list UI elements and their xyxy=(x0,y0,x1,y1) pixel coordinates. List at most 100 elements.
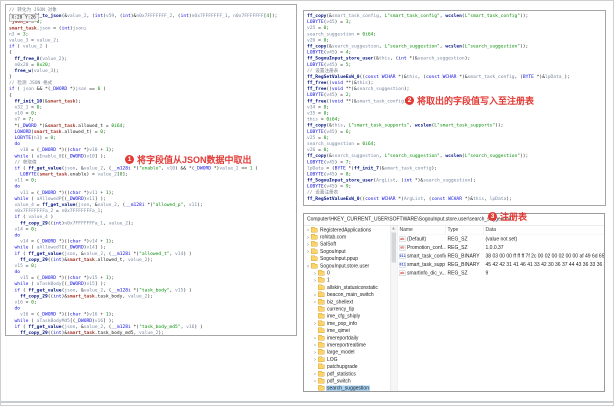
scrollbar-thumb[interactable] xyxy=(391,232,396,263)
pseudocode-left: // 转化为 JSON 对象json_1 = ff_to_json(&value… xyxy=(9,7,296,336)
tree-item-label: 1 xyxy=(327,277,330,284)
tree-item-search_suggestion[interactable]: search_suggestion xyxy=(304,385,390,391)
cursor-position-tooltip: X:20 Y:26 xyxy=(9,14,39,22)
value-data-cell: 1.0.0.37 xyxy=(485,245,504,251)
tree-item-label: imereportdaily xyxy=(327,335,359,341)
annotation-2-number-badge: 2 xyxy=(405,96,414,105)
value-name-cell: 011 smart_task_supp... xyxy=(398,262,446,268)
value-name-cell: 011 smart_task_config xyxy=(398,253,446,259)
value-type-cell: REG_BINARY xyxy=(447,253,480,260)
value-name-text: smart_task_supp... xyxy=(407,262,446,268)
value-name-cell: ab Promotion_conf... xyxy=(398,245,446,251)
folder-icon xyxy=(311,248,318,254)
registry-value-row[interactable]: ab smartinfo_dic_v... REG_SZ 9 xyxy=(398,269,605,278)
registry-value-list: Name Type Data ab (Default) REG_SZ (value not… xyxy=(397,225,605,391)
tree-item-ime_qimei[interactable]: ime_qimei xyxy=(304,327,390,334)
tree-item-pdf_statistics[interactable]: > pdf_statistics xyxy=(304,370,390,377)
registry-editor-window: Computer\HKEY_CURRENT_USER\SOFTWARE\Sogo… xyxy=(303,213,605,392)
tree-item-imereportdaily[interactable]: > imereportdaily xyxy=(304,334,390,341)
folder-icon xyxy=(311,255,318,262)
tree-item-label: SogouInput.ppup xyxy=(320,256,359,262)
value-type-cell: REG_BINARY xyxy=(447,262,480,268)
tree-item-label: rohitab.com xyxy=(320,234,347,241)
tree-item-label: imereportrealtime xyxy=(327,342,366,348)
window-bottom-edge xyxy=(1,401,613,403)
folder-icon xyxy=(318,298,325,305)
tree-item-SogouInput.ppup[interactable]: SogouInput.ppup xyxy=(304,255,390,262)
annotation-3-number-badge: 3 xyxy=(488,212,497,221)
scroll-up-icon[interactable] xyxy=(392,227,395,230)
registry-list-rows: ab (Default) REG_SZ (value not set) ab Promot… xyxy=(398,235,605,278)
registry-address-bar[interactable]: Computer\HKEY_CURRENT_USER\SOFTWARE\Sogo… xyxy=(304,214,604,226)
registry-value-row[interactable]: ab Promotion_conf... REG_SZ 1.0.0.37 xyxy=(398,244,605,253)
tree-item-label: SalSoft xyxy=(320,241,337,248)
value-type-cell: REG_SZ xyxy=(447,270,468,277)
tree-item-1[interactable]: >1 xyxy=(304,277,390,284)
folder-icon xyxy=(311,226,318,233)
annotation-1-number-badge: 1 xyxy=(125,155,134,164)
folder-icon xyxy=(311,241,318,247)
code-line: json_1 = ff_to_json(&value_2, (int)v59, … xyxy=(9,13,278,19)
tree-item-large_model[interactable]: > large_model xyxy=(304,349,390,356)
tree-item-SalSoft[interactable]: > SalSoft xyxy=(304,241,390,248)
tree-item-0[interactable]: >0 xyxy=(304,270,390,277)
reg-sz-icon: ab xyxy=(399,245,406,251)
tree-item-LOG[interactable]: > LOG xyxy=(304,356,390,363)
tree-item-biz_shellext[interactable]: > biz_shellext xyxy=(304,298,390,305)
tree-item-label: ime_pop_info xyxy=(327,320,358,327)
folder-icon xyxy=(318,385,325,391)
tree-item-SogouInput[interactable]: > SogouInput xyxy=(304,248,390,255)
tree-item-label: LOG xyxy=(327,356,338,363)
folder-icon xyxy=(318,277,325,283)
tree-item-label: SogouInput.store.user xyxy=(320,263,370,269)
value-name-text: smartinfo_dic_v... xyxy=(407,270,446,277)
value-data-cell: (value not set) xyxy=(485,236,518,243)
registry-tree: > RegisteredApplications > rohitab.com > SalS… xyxy=(304,226,390,391)
folder-icon xyxy=(318,313,325,319)
column-header-name[interactable]: Name xyxy=(398,225,446,235)
annotation-1-text: 将字段值从JSON数据中取出 xyxy=(137,155,252,165)
folder-icon xyxy=(318,377,325,384)
tree-item-currency_tip[interactable]: currency_tip xyxy=(304,305,390,313)
folder-icon xyxy=(318,320,325,326)
tree-item-ime_cfg_shiply[interactable]: ime_cfg_shiply xyxy=(304,313,390,320)
code-line: ff_RegSetValueExW_0((const WCHAR *)ArgLi… xyxy=(307,195,512,202)
value-name-text: Promotion_conf... xyxy=(407,245,446,251)
pseudocode-right: ff_copy(&smart_task_config, L"smart_task… xyxy=(307,13,605,202)
tree-item-pdf_switch[interactable]: > pdf_switch xyxy=(304,377,390,385)
value-data-cell: 45 42 42 31 41 46 41 33 42 30 36 37 44 4… xyxy=(485,262,605,268)
annotation-2-text: 将取出的字段值写入至注册表 xyxy=(417,96,535,106)
code-line: ff_copy_29((int)&smart_task.task_body_md… xyxy=(20,329,164,336)
tree-item-patchupgrade[interactable]: patchupgrade xyxy=(304,363,390,370)
tree-item-label: RegisteredApplications xyxy=(320,227,372,233)
tree-item-label: 0 xyxy=(327,270,330,277)
tree-scrollbar[interactable] xyxy=(390,225,398,391)
annotation-3-text: 注册表 xyxy=(500,212,528,222)
column-header-type[interactable]: Type xyxy=(446,225,484,235)
tree-item-beacon_main_switch[interactable]: > beacon_main_switch xyxy=(304,291,390,298)
folder-icon xyxy=(311,234,318,240)
registry-list-header: Name Type Data xyxy=(397,225,605,235)
tree-item-RegisteredApplications[interactable]: > RegisteredApplications xyxy=(304,226,390,234)
tree-item-SogouInput.store.user[interactable]: v SogouInput.store.user xyxy=(304,262,390,269)
folder-icon xyxy=(318,334,325,341)
annotation-1: 1 将字段值从JSON数据中取出 xyxy=(125,153,252,166)
column-header-data[interactable]: Data xyxy=(484,226,605,235)
registry-value-row[interactable]: ab (Default) REG_SZ (value not set) xyxy=(398,235,605,244)
tree-item-label: biz_shellext xyxy=(327,299,354,305)
reg-sz-icon: ab xyxy=(399,270,406,276)
value-data-cell: 9 xyxy=(485,270,489,277)
tree-item-label: currency_tip xyxy=(327,306,355,312)
registry-value-row[interactable]: 011 smart_task_config REG_BINARY 38 03 00 0… xyxy=(398,252,604,261)
folder-icon xyxy=(318,370,325,377)
tree-item-label: patchupgrade xyxy=(327,364,358,370)
tree-item-ime_pop_info[interactable]: > ime_pop_info xyxy=(304,320,390,327)
registry-value-row[interactable]: 011 smart_task_supp... REG_BINARY 45 42 42 … xyxy=(398,261,605,270)
tree-item-imereportrealtime[interactable]: > imereportrealtime xyxy=(304,341,390,349)
tree-item-allskin_statusiconstatic[interactable]: allskin_statusiconstatic xyxy=(304,284,390,291)
value-name-cell: ab smartinfo_dic_v... xyxy=(398,270,446,277)
tree-item-label: beacon_main_switch xyxy=(327,292,374,298)
value-name-text: (Default) xyxy=(407,236,427,243)
tree-item-rohitab.com[interactable]: > rohitab.com xyxy=(304,234,390,241)
folder-icon xyxy=(318,349,325,355)
